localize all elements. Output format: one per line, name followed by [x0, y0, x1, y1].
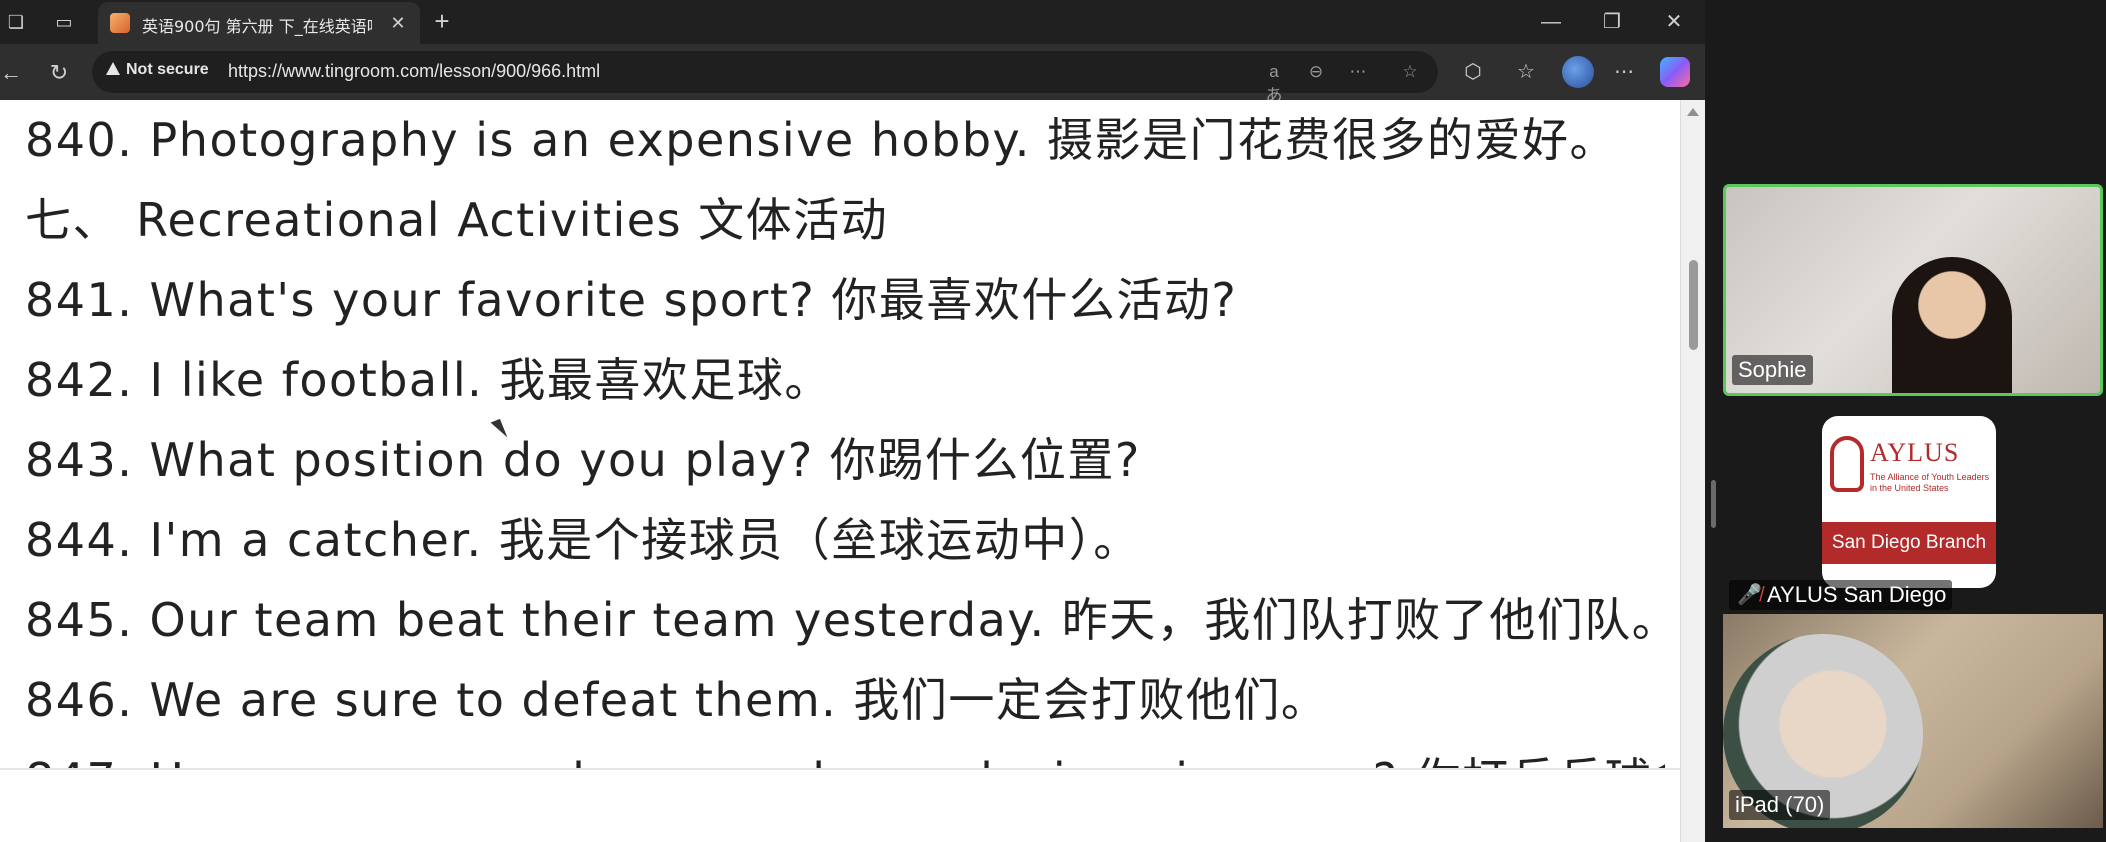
participant-tile-aylus[interactable]: AYLUS The Alliance of Youth Leaders in t…: [1723, 406, 2103, 614]
tab-close-icon[interactable]: ✕: [386, 11, 410, 35]
security-label: Not secure: [126, 61, 209, 78]
page-viewport: 840. Photography is an expensive hobby. …: [0, 100, 1680, 842]
favorites-icon[interactable]: ☆: [1511, 57, 1541, 87]
new-tab-button[interactable]: +: [428, 8, 456, 36]
settings-more-icon[interactable]: ⋯: [1609, 57, 1639, 87]
logo-branch-band: San Diego Branch: [1822, 522, 1996, 564]
panel-resize-handle[interactable]: [1711, 480, 1716, 528]
restore-button[interactable]: ❐: [1588, 8, 1636, 36]
tab-bar: ❏ ▭ 英语900句 第六册 下_在线英语听 ✕ + — ❐ ✕: [0, 0, 1705, 44]
refresh-icon[interactable]: ↻: [44, 58, 74, 88]
mic-muted-icon: 🎤̸: [1737, 584, 1762, 606]
sentence-line: 840. Photography is an expensive hobby. …: [25, 113, 1617, 167]
lightbulb-icon: [1830, 436, 1864, 492]
site-favicon-icon: [110, 13, 130, 33]
omnibox[interactable]: Not secure https://www.tingroom.com/less…: [92, 51, 1438, 105]
zoom-icon[interactable]: ⊖: [1304, 60, 1328, 84]
profile-avatar[interactable]: [1562, 56, 1594, 88]
aylus-logo: AYLUS The Alliance of Youth Leaders in t…: [1822, 416, 1996, 588]
copilot-icon[interactable]: [1660, 57, 1690, 87]
sentence-line: 843. What position do you play? 你踢什么位置?: [25, 433, 1141, 487]
participant-name: AYLUS San Diego: [1767, 582, 1947, 607]
participant-name-tag: 🎤̸ AYLUS San Diego: [1729, 580, 1953, 610]
back-icon[interactable]: ←: [0, 58, 26, 88]
participant-video: [1892, 257, 2012, 393]
sentence-line-partial: 847. How many years have you been playin…: [25, 740, 1665, 768]
logo-tagline: The Alliance of Youth Leaders in the Uni…: [1870, 472, 1990, 493]
minimize-button[interactable]: —: [1527, 8, 1575, 36]
sentence-line: 844. I'm a catcher. 我是个接球员（垒球运动中）。: [25, 513, 1141, 567]
browser-window: ❏ ▭ 英语900句 第六册 下_在线英语听 ✕ + — ❐ ✕ ← ↻ Not…: [0, 0, 1705, 842]
more-page-actions-icon[interactable]: ⋯: [1346, 60, 1370, 84]
tab-title: 英语900句 第六册 下_在线英语听: [142, 17, 372, 36]
address-bar: ← ↻ Not secure https://www.tingroom.com/…: [0, 44, 1705, 105]
section-heading: 七、 Recreational Activities 文体活动: [25, 193, 889, 247]
security-indicator[interactable]: Not secure: [106, 61, 209, 83]
sentence-line: 845. Our team beat their team yesterday.…: [25, 593, 1665, 647]
participant-name: Sophie: [1732, 355, 1813, 385]
read-aloud-icon[interactable]: aあ: [1262, 60, 1286, 105]
page-bottom-area: [0, 768, 1680, 842]
warning-icon: [106, 62, 120, 75]
scroll-up-arrow-icon[interactable]: [1687, 108, 1699, 116]
workspaces-icon[interactable]: ❏: [4, 10, 28, 34]
url-text[interactable]: https://www.tingroom.com/lesson/900/966.…: [228, 61, 600, 82]
active-tab[interactable]: 英语900句 第六册 下_在线英语听 ✕: [98, 2, 420, 44]
scrollbar-thumb[interactable]: [1689, 260, 1698, 350]
logo-brand: AYLUS: [1870, 438, 1960, 467]
sentence-line: 841. What's your favorite sport? 你最喜欢什么活…: [25, 273, 1238, 327]
page-scrollbar[interactable]: [1680, 100, 1705, 842]
tab-actions-icon[interactable]: ▭: [52, 10, 76, 34]
participant-tile-ipad[interactable]: iPad (70): [1723, 614, 2103, 828]
video-call-panel: Sophie AYLUS The Alliance of Youth Leade…: [1705, 0, 2106, 842]
sentence-line: 842. I like football. 我最喜欢足球。: [25, 353, 832, 407]
sentence-line: 846. We are sure to defeat them. 我们一定会打败…: [25, 673, 1329, 727]
favorite-star-icon[interactable]: ☆: [1398, 60, 1422, 84]
close-window-button[interactable]: ✕: [1650, 8, 1698, 36]
participant-name: iPad (70): [1729, 790, 1831, 820]
lesson-content: 840. Photography is an expensive hobby. …: [25, 100, 1665, 768]
participant-tile-sophie[interactable]: Sophie: [1723, 184, 2103, 396]
extensions-icon[interactable]: ⬡: [1458, 57, 1488, 87]
